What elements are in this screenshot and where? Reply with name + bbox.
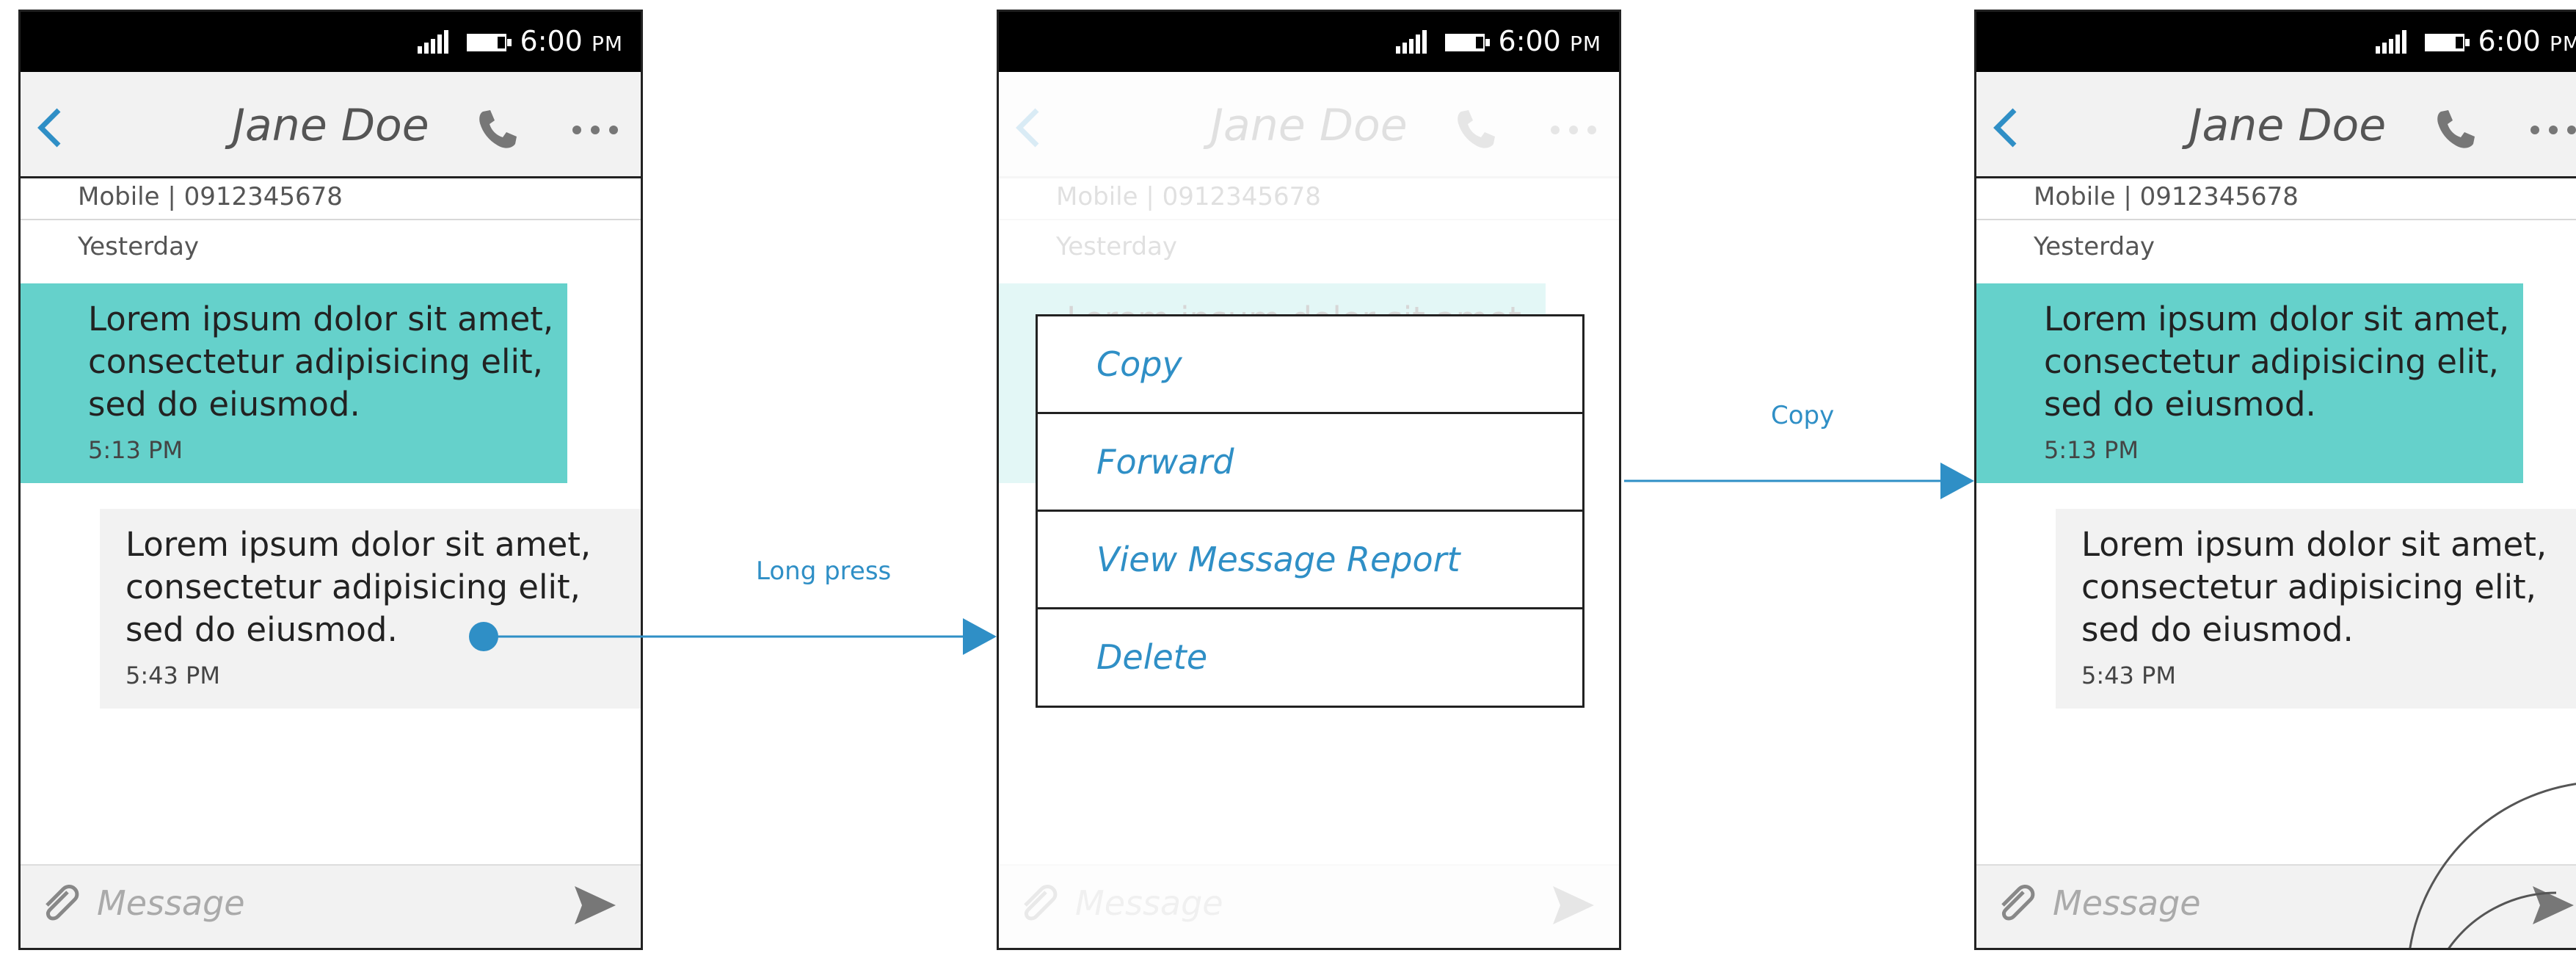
transition-label-copy: Copy: [1771, 401, 1835, 430]
flow-connectors: [469, 463, 1974, 655]
copy-connector: [1624, 463, 1974, 499]
long-press-connector: [469, 618, 997, 655]
transition-label-long-press: Long press: [756, 557, 892, 586]
